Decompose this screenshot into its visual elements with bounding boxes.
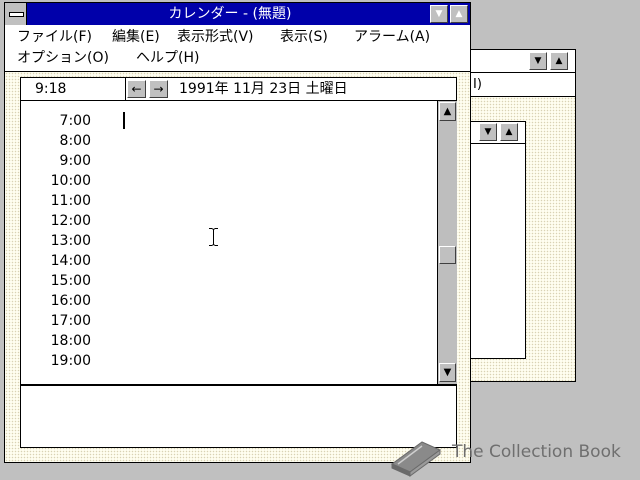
vertical-scrollbar[interactable]: ▲ ▼ — [437, 101, 457, 384]
maximize-button[interactable]: ▲ — [450, 5, 468, 23]
title-bar[interactable]: カレンダー - (無題) ▼ ▲ — [5, 3, 470, 25]
time-slot[interactable]: 15:00 — [21, 271, 91, 291]
time-slot[interactable]: 16:00 — [21, 291, 91, 311]
appointment-list[interactable]: 7:00 8:00 9:00 10:00 11:00 12:00 13:00 14:00 15:… — [20, 101, 457, 385]
watermark: The Collection Book — [388, 432, 628, 478]
time-slot[interactable]: 19:00 — [21, 351, 91, 371]
menu-alarm[interactable]: アラーム(A) — [354, 26, 430, 48]
ibeam-cursor-icon — [209, 228, 218, 246]
background-inner-maximize-button[interactable]: ▲ — [500, 123, 518, 141]
current-date: 1991年 11月 23日 土曜日 — [179, 81, 348, 97]
arrow-down-icon: ▼ — [443, 367, 452, 378]
menu-file[interactable]: ファイル(F) — [17, 26, 92, 48]
time-slot[interactable]: 17:00 — [21, 311, 91, 331]
date-time-bar: 9:18 ← → 1991年 11月 23日 土曜日 — [20, 77, 457, 101]
time-slot[interactable]: 12:00 — [21, 211, 91, 231]
time-slot[interactable]: 7:00 — [21, 111, 91, 131]
background-inner-panel: ▼ ▲ — [471, 121, 526, 359]
background-maximize-button[interactable]: ▲ — [550, 52, 568, 70]
menu-edit[interactable]: 編集(E) — [112, 26, 160, 48]
background-window-menubar: I) — [471, 73, 575, 97]
background-window-client: ▼ ▲ — [471, 97, 575, 381]
text-caret — [123, 112, 125, 129]
minimize-button[interactable]: ▼ — [430, 5, 448, 23]
time-slot[interactable]: 8:00 — [21, 131, 91, 151]
background-inner-minimize-button[interactable]: ▼ — [479, 123, 497, 141]
menu-view-format[interactable]: 表示形式(V) — [177, 26, 254, 48]
background-window-titlebar[interactable]: ▼ ▲ — [471, 50, 575, 73]
system-menu-button[interactable] — [5, 3, 27, 25]
time-slot[interactable]: 14:00 — [21, 251, 91, 271]
system-menu-icon — [9, 12, 24, 17]
current-time: 9:18 — [35, 81, 67, 97]
menu-help[interactable]: ヘルプ(H) — [136, 47, 199, 69]
time-slot[interactable]: 11:00 — [21, 191, 91, 211]
menu-options[interactable]: オプション(O) — [17, 47, 109, 69]
window-title: カレンダー - (無題) — [168, 6, 292, 22]
arrow-left-icon: ← — [131, 82, 142, 96]
watermark-text: The Collection Book — [452, 442, 621, 462]
menu-show[interactable]: 表示(S) — [280, 26, 328, 48]
background-minimize-button[interactable]: ▼ — [529, 52, 547, 70]
maximize-icon: ▲ — [455, 8, 463, 19]
previous-day-button[interactable]: ← — [127, 80, 146, 98]
menu-bar: ファイル(F) 編集(E) 表示形式(V) 表示(S) アラーム(A) オプショ… — [5, 25, 470, 72]
next-day-button[interactable]: → — [149, 80, 168, 98]
scroll-up-button[interactable]: ▲ — [439, 102, 456, 121]
time-slot[interactable]: 13:00 — [21, 231, 91, 251]
divider — [125, 78, 126, 100]
arrow-up-icon: ▲ — [443, 106, 452, 117]
scroll-thumb[interactable] — [439, 246, 456, 264]
background-window[interactable]: ▼ ▲ I) ▼ ▲ — [471, 49, 576, 382]
time-slot[interactable]: 10:00 — [21, 171, 91, 191]
scroll-down-button[interactable]: ▼ — [439, 363, 456, 382]
minimize-icon: ▼ — [435, 8, 443, 19]
background-menu-fragment[interactable]: I) — [473, 73, 482, 96]
time-slot[interactable]: 18:00 — [21, 331, 91, 351]
time-slot[interactable]: 9:00 — [21, 151, 91, 171]
arrow-right-icon: → — [153, 82, 164, 96]
book-icon — [391, 441, 441, 477]
